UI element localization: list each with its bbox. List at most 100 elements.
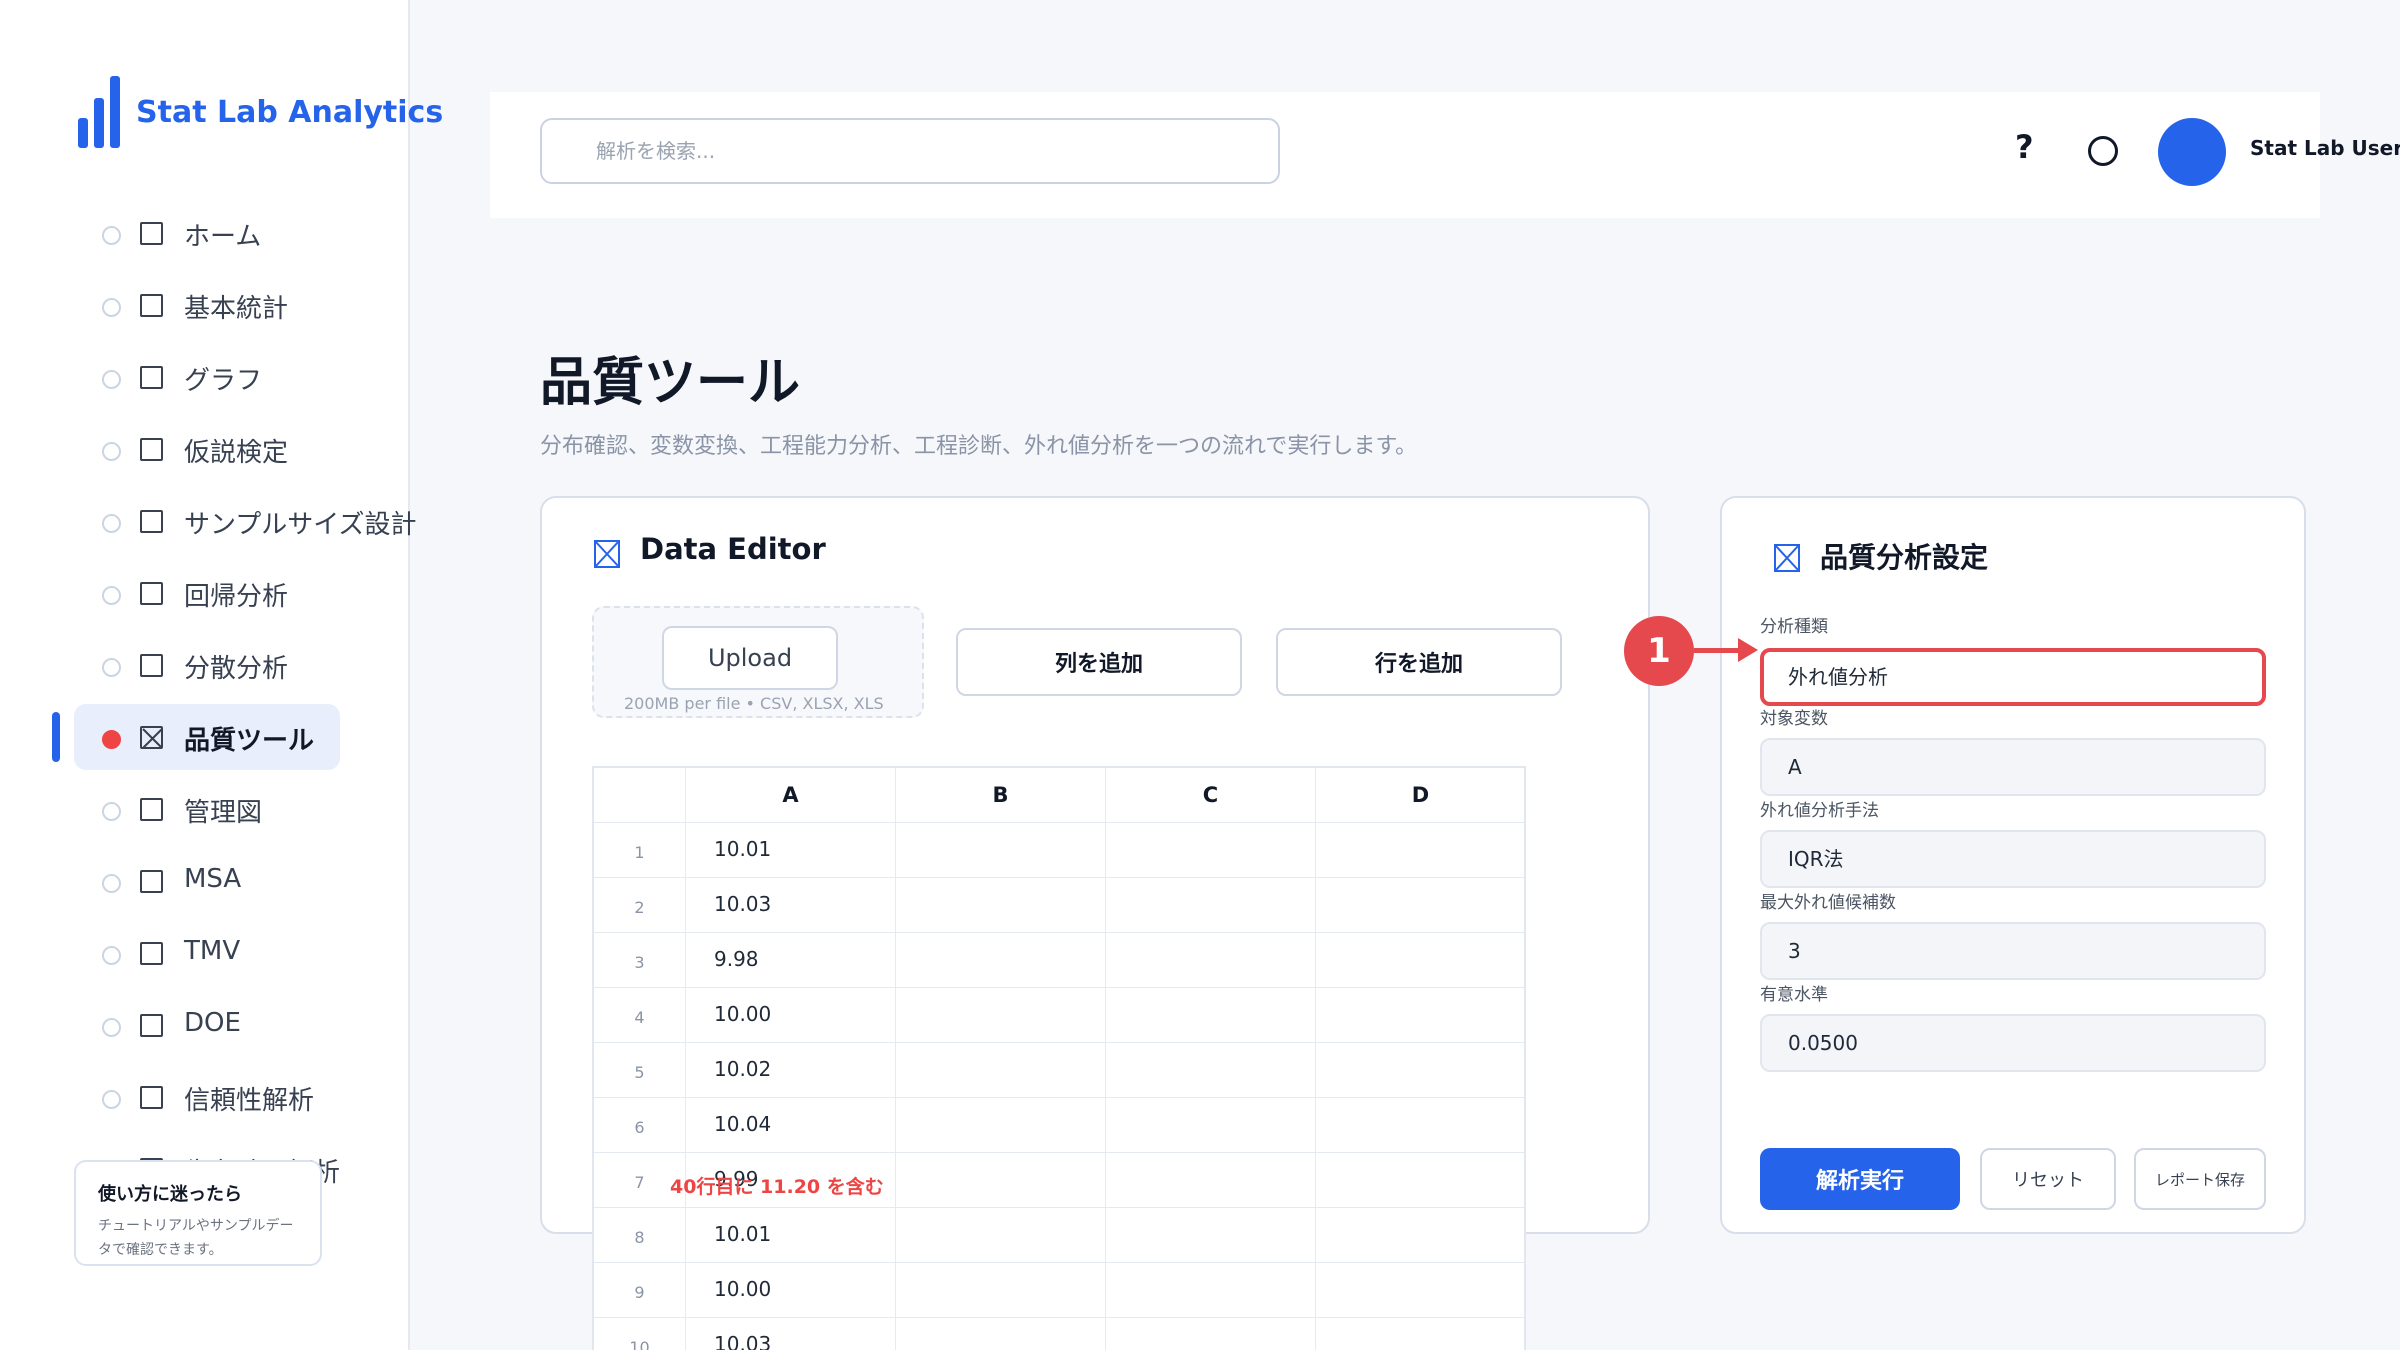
sidebar-item-label: サンプルサイズ設計 xyxy=(184,510,417,540)
grid-cell[interactable] xyxy=(896,1043,1106,1098)
sidebar-item-home[interactable]: ホーム xyxy=(0,200,410,266)
grid-cell[interactable] xyxy=(1106,1043,1316,1098)
max-outliers-input[interactable]: 3 xyxy=(1760,922,2266,980)
grid-cell[interactable] xyxy=(1106,1098,1316,1153)
table-row: 2 10.03 xyxy=(594,878,1524,933)
sidebar-item-regression[interactable]: 回帰分析 xyxy=(0,560,410,626)
add-column-button[interactable]: 列を追加 xyxy=(956,628,1242,696)
column-header[interactable]: B xyxy=(896,768,1106,823)
grid-cell[interactable] xyxy=(896,1318,1106,1350)
analysis-type-select[interactable]: 外れ値分析 xyxy=(1760,648,2266,706)
grid-cell[interactable] xyxy=(1316,988,1524,1043)
column-header[interactable]: D xyxy=(1316,768,1524,823)
grid-cell[interactable]: 10.01 xyxy=(686,823,896,878)
grid-cell[interactable] xyxy=(1106,1208,1316,1263)
outlier-method-select[interactable]: IQR法 xyxy=(1760,830,2266,888)
row-number: 2 xyxy=(594,878,686,933)
grid-cell[interactable] xyxy=(1106,933,1316,988)
grid-cell[interactable] xyxy=(1316,1098,1524,1153)
analysis-type-label: 分析種類 xyxy=(1760,617,1828,637)
user-name[interactable]: Stat Lab User xyxy=(2250,136,2400,160)
brand[interactable]: Stat Lab Analytics xyxy=(78,76,443,148)
reset-button[interactable]: リセット xyxy=(1980,1148,2116,1210)
grid-cell[interactable] xyxy=(896,1098,1106,1153)
grid-cell[interactable]: 10.03 xyxy=(686,878,896,933)
sidebar-item-sample-size[interactable]: サンプルサイズ設計 xyxy=(0,488,416,554)
sidebar-item-reliability[interactable]: 信頼性解析 xyxy=(0,1064,410,1130)
sidebar-item-msa[interactable]: MSA xyxy=(0,848,410,914)
sidebar-item-basic-stats[interactable]: 基本統計 xyxy=(0,272,410,338)
sidebar-item-label: MSA xyxy=(184,864,242,894)
grid-cell[interactable] xyxy=(896,1208,1106,1263)
grid-cell[interactable] xyxy=(896,878,1106,933)
outlier-method-label: 外れ値分析手法 xyxy=(1760,801,1879,821)
checkbox-icon xyxy=(140,438,163,461)
radio-icon xyxy=(102,874,121,893)
row-number: 4 xyxy=(594,988,686,1043)
add-row-button[interactable]: 行を追加 xyxy=(1276,628,1562,696)
help-icon[interactable]: ? xyxy=(2015,128,2034,166)
checkbox-icon xyxy=(140,942,163,965)
sidebar-nav: ホーム 基本統計 グラフ 仮説検定 サンプルサイズ設計 回帰分析 分散分析 品質… xyxy=(0,200,416,1208)
grid-cell[interactable] xyxy=(1106,823,1316,878)
data-grid[interactable]: A B C D 1 10.01 2 10.03 3 9.98 4 10.00 5 10.02 6 10… xyxy=(592,766,1526,1350)
annotation-arrow-line xyxy=(1694,648,1740,653)
column-header[interactable]: C xyxy=(1106,768,1316,823)
radio-icon xyxy=(102,370,121,389)
grid-cell[interactable]: 10.00 xyxy=(686,1263,896,1318)
grid-cell[interactable] xyxy=(1106,1318,1316,1350)
sidebar-item-graph[interactable]: グラフ xyxy=(0,344,410,410)
sidebar-item-label: 品質ツール xyxy=(184,726,315,756)
outlier-note: 40行目に 11.20 を含む xyxy=(670,1176,884,1198)
grid-cell[interactable] xyxy=(896,1153,1106,1208)
sidebar-item-anova[interactable]: 分散分析 xyxy=(0,632,410,698)
save-report-button[interactable]: レポート保存 xyxy=(2134,1148,2266,1210)
grid-cell[interactable] xyxy=(1316,1043,1524,1098)
grid-cell[interactable]: 10.01 xyxy=(686,1208,896,1263)
grid-cell[interactable]: 10.03 xyxy=(686,1318,896,1350)
sidebar-item-control-chart[interactable]: 管理図 xyxy=(0,776,410,842)
grid-cell[interactable] xyxy=(896,988,1106,1043)
table-row: 8 10.01 xyxy=(594,1208,1524,1263)
checkbox-icon xyxy=(140,1086,163,1109)
grid-cell[interactable] xyxy=(1316,1208,1524,1263)
sidebar-item-doe[interactable]: DOE xyxy=(0,992,410,1058)
grid-cell[interactable] xyxy=(896,1263,1106,1318)
grid-cell[interactable]: 10.04 xyxy=(686,1098,896,1153)
sidebar-item-label: 分散分析 xyxy=(184,654,289,684)
grid-cell[interactable]: 10.02 xyxy=(686,1043,896,1098)
grid-cell[interactable]: 9.98 xyxy=(686,933,896,988)
grid-cell[interactable] xyxy=(1316,878,1524,933)
grid-cell[interactable] xyxy=(1106,878,1316,933)
grid-cell[interactable] xyxy=(1316,933,1524,988)
grid-cell[interactable] xyxy=(1316,823,1524,878)
sidebar-item-hypothesis-test[interactable]: 仮説検定 xyxy=(0,416,410,482)
column-header[interactable]: A xyxy=(686,768,896,823)
significance-input[interactable]: 0.0500 xyxy=(1760,1014,2266,1072)
help-card[interactable]: 使い方に迷ったら チュートリアルやサンプルデータで確認できます。 xyxy=(74,1160,322,1266)
run-analysis-button[interactable]: 解析実行 xyxy=(1760,1148,1960,1210)
grid-cell[interactable] xyxy=(896,823,1106,878)
grid-cell[interactable] xyxy=(1106,1153,1316,1208)
sidebar-item-quality-tools[interactable]: 品質ツール xyxy=(0,704,410,770)
radio-icon xyxy=(102,946,121,965)
avatar[interactable] xyxy=(2158,118,2226,186)
grid-cell[interactable] xyxy=(1106,1263,1316,1318)
help-card-title: 使い方に迷ったら xyxy=(98,1184,242,1205)
sidebar-item-label: ホーム xyxy=(184,222,262,252)
grid-cell[interactable] xyxy=(1106,988,1316,1043)
sidebar: Stat Lab Analytics ホーム 基本統計 グラフ 仮説検定 サンプ… xyxy=(0,0,443,1350)
target-variable-select[interactable]: A xyxy=(1760,738,2266,796)
sidebar-item-tmv[interactable]: TMV xyxy=(0,920,410,986)
grid-cell[interactable] xyxy=(896,933,1106,988)
grid-cell[interactable]: 10.00 xyxy=(686,988,896,1043)
grid-cell[interactable] xyxy=(1316,1153,1524,1208)
search-input[interactable] xyxy=(540,118,1280,184)
row-number: 1 xyxy=(594,823,686,878)
grid-cell[interactable] xyxy=(1316,1318,1524,1350)
upload-button[interactable]: Upload xyxy=(662,626,838,690)
grid-cell[interactable] xyxy=(1316,1263,1524,1318)
file-dropzone[interactable]: Upload 200MB per file • CSV, XLSX, XLS xyxy=(592,606,924,718)
status-circle-icon[interactable] xyxy=(2088,136,2118,166)
radio-icon xyxy=(102,802,121,821)
